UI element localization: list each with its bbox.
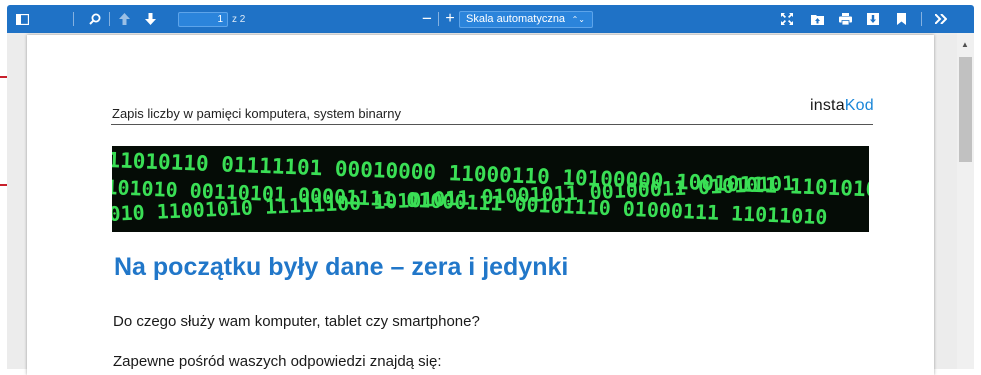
brand-logo-accent: Kod: [844, 97, 874, 114]
open-file-icon[interactable]: [807, 5, 827, 33]
page-count-label: z 2: [232, 14, 246, 25]
search-icon[interactable]: [85, 5, 105, 33]
sidebar-toggle-icon[interactable]: [9, 5, 35, 33]
binary-code-banner: 11010110 01111101 00010000 11000110 1010…: [112, 146, 869, 232]
toolbar-separator: [438, 12, 439, 26]
zoom-scale-value: Skala automatyczna: [466, 13, 566, 25]
previous-page-arrow-up-icon[interactable]: [114, 5, 134, 33]
toolbar-separator: [109, 12, 110, 26]
bookmark-icon[interactable]: [891, 5, 911, 33]
pdf-page: Zapis liczby w pamięci komputera, system…: [27, 35, 934, 375]
page-number-input[interactable]: 1: [178, 12, 228, 27]
brand-logo: instaKod: [810, 97, 874, 115]
pdf-toolbar: 1 z 2 − + Skala automatyczna ⌃⌄: [7, 5, 974, 33]
toolbar-separator: [73, 12, 74, 26]
download-icon[interactable]: [863, 5, 883, 33]
body-paragraph: Zapewne pośród waszych odpowiedzi znajdą…: [113, 353, 442, 370]
header-divider: [111, 124, 873, 125]
scroll-up-arrow-icon[interactable]: ▲: [961, 41, 969, 49]
toolbar-separator: [921, 12, 922, 26]
document-viewer[interactable]: Zapis liczby w pamięci komputera, system…: [7, 33, 974, 375]
select-arrows-icon: ⌃⌄: [571, 15, 585, 24]
body-paragraph: Do czego służy wam komputer, tablet czy …: [113, 313, 480, 330]
brand-logo-text: insta: [810, 97, 845, 114]
tools-menu-double-chevron-icon[interactable]: [929, 5, 953, 33]
next-page-arrow-down-icon[interactable]: [140, 5, 160, 33]
presentation-mode-icon[interactable]: [777, 5, 797, 33]
print-icon[interactable]: [835, 5, 855, 33]
document-header-title: Zapis liczby w pamięci komputera, system…: [112, 106, 401, 121]
zoom-in-button[interactable]: +: [441, 5, 459, 33]
scrollbar-thumb[interactable]: [959, 57, 972, 162]
zoom-out-button[interactable]: −: [418, 5, 436, 33]
section-heading: Na początku były dane – zera i jedynki: [114, 253, 569, 281]
zoom-scale-select[interactable]: Skala automatyczna ⌃⌄: [459, 11, 593, 28]
